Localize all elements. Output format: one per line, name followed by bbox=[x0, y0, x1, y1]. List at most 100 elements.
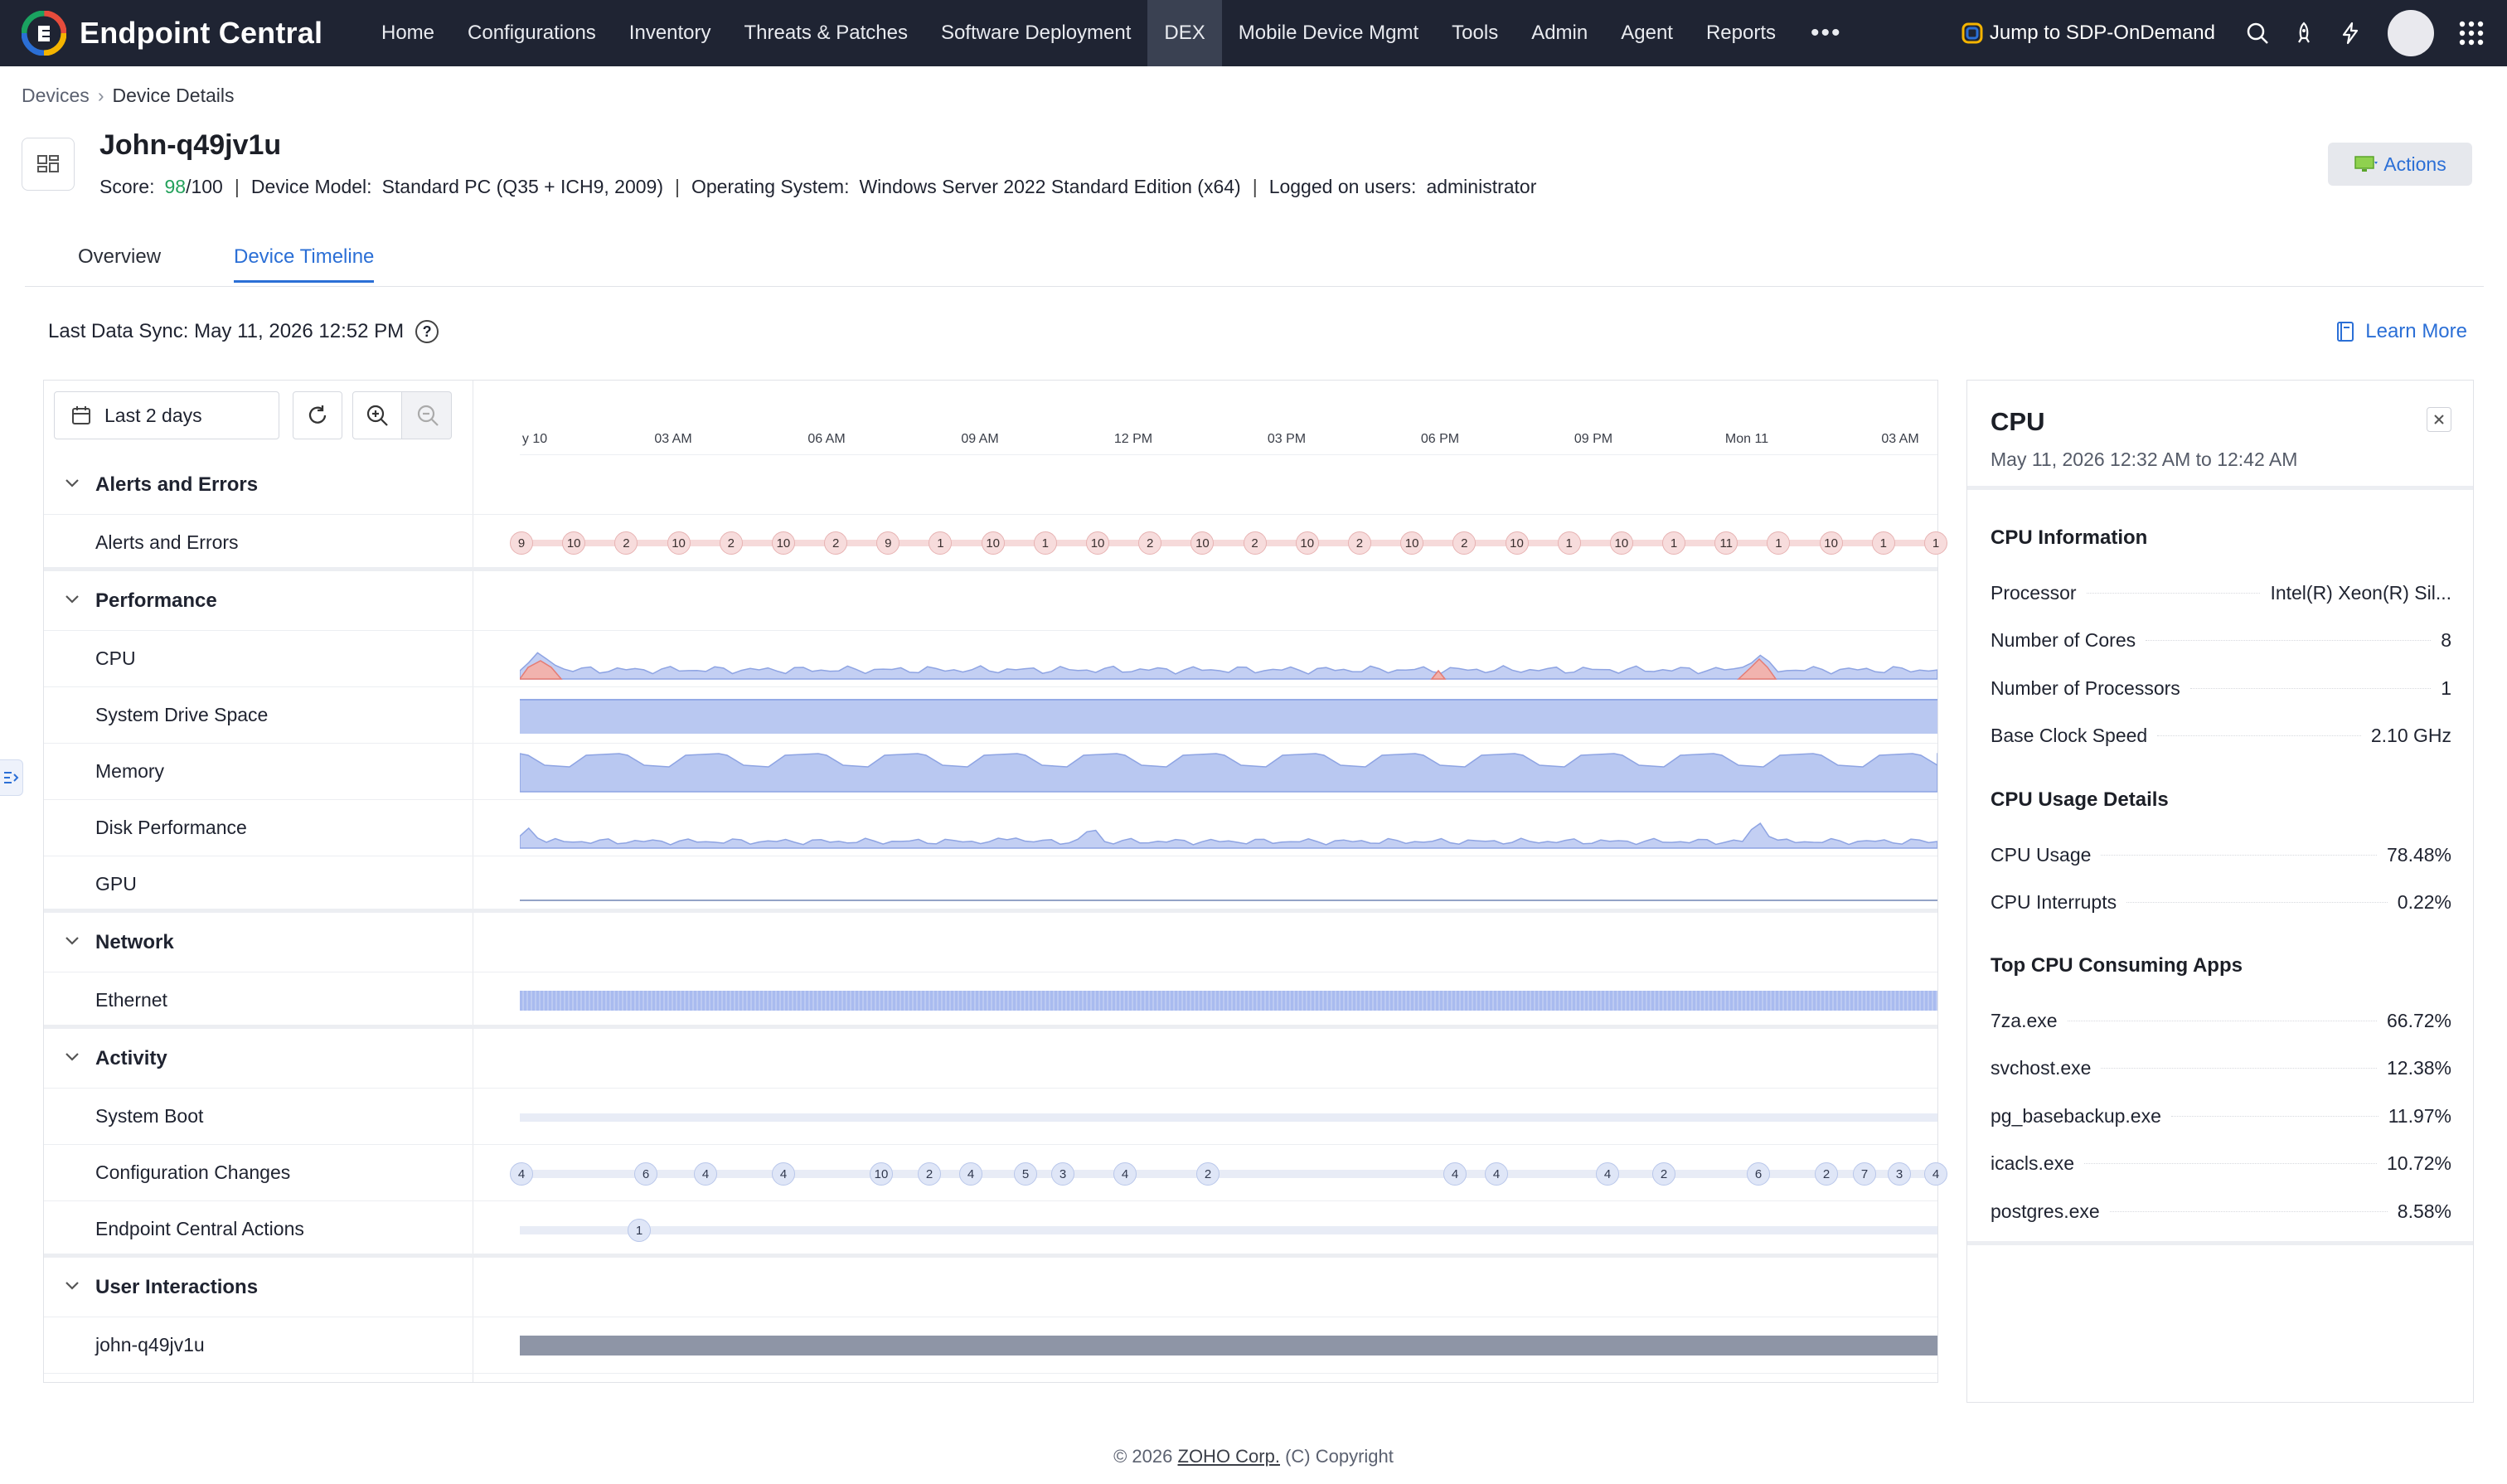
config-change-badge[interactable]: 4 bbox=[510, 1162, 533, 1186]
row-track[interactable] bbox=[520, 1089, 1937, 1145]
section-performance[interactable]: Performance bbox=[44, 571, 1937, 631]
alert-count-badge[interactable]: 9 bbox=[876, 531, 900, 555]
drive-space-bar[interactable] bbox=[520, 699, 1937, 734]
app-grid-icon[interactable] bbox=[2457, 19, 2485, 47]
section-user-interactions[interactable]: User Interactions bbox=[44, 1258, 1937, 1317]
alert-count-badge[interactable]: 9 bbox=[510, 531, 533, 555]
config-change-badge[interactable]: 6 bbox=[1747, 1162, 1770, 1186]
timeline-row-configuration-changes[interactable]: Configuration Changes 4 6 4 4 10 2 4 5 3 4 2 4 4 4 2 6 2 7… bbox=[44, 1145, 1947, 1201]
row-track[interactable]: 1 bbox=[520, 1201, 1937, 1258]
alert-count-badge[interactable]: 2 bbox=[1243, 531, 1267, 555]
alert-count-badge[interactable]: 1 bbox=[929, 531, 953, 555]
learn-more-link[interactable]: Learn More bbox=[2335, 320, 2467, 343]
system-boot-band[interactable] bbox=[520, 1113, 1937, 1122]
timeline-row-cpu[interactable]: CPU bbox=[44, 631, 1937, 687]
alert-count-badge[interactable]: 10 bbox=[1819, 531, 1843, 555]
alert-count-badge[interactable]: 11 bbox=[1714, 531, 1738, 555]
alert-count-badge[interactable]: 1 bbox=[1662, 531, 1686, 555]
timeline-row-system-drive-space[interactable]: System Drive Space bbox=[44, 687, 1937, 744]
ec-action-badge[interactable]: 1 bbox=[628, 1219, 651, 1242]
alert-count-badge[interactable]: 2 bbox=[1138, 531, 1162, 555]
help-icon[interactable]: ? bbox=[415, 320, 439, 343]
row-track[interactable]: 9 10 2 10 2 10 2 9 1 10 1 10 2 10 2 10 2 10 2 10 1 10 1 11 1 10 1 1 bbox=[510, 515, 1947, 571]
rocket-icon[interactable] bbox=[2290, 19, 2318, 47]
brand[interactable]: Endpoint Central bbox=[0, 0, 365, 66]
config-change-badge[interactable]: 6 bbox=[634, 1162, 657, 1186]
alert-count-badge[interactable]: 1 bbox=[1767, 531, 1791, 555]
chevron-down-icon[interactable] bbox=[62, 931, 82, 951]
alert-count-badge[interactable]: 1 bbox=[1033, 531, 1057, 555]
memory-sparkline[interactable] bbox=[520, 744, 1937, 800]
nav-item-inventory[interactable]: Inventory bbox=[613, 0, 728, 66]
alert-count-badge[interactable]: 10 bbox=[667, 531, 691, 555]
search-icon[interactable] bbox=[2243, 19, 2272, 47]
chevron-down-icon[interactable] bbox=[62, 1047, 82, 1067]
more-menu-button[interactable]: ••• bbox=[1792, 19, 1860, 47]
alert-count-badge[interactable]: 10 bbox=[1086, 531, 1110, 555]
chevron-down-icon[interactable] bbox=[62, 1276, 82, 1296]
alert-count-badge[interactable]: 2 bbox=[824, 531, 848, 555]
chevron-down-icon[interactable] bbox=[62, 589, 82, 609]
lightning-icon[interactable] bbox=[2336, 19, 2364, 47]
timeline-row-disk-performance[interactable]: Disk Performance bbox=[44, 800, 1937, 856]
breadcrumb-devices-link[interactable]: Devices bbox=[22, 85, 90, 107]
config-change-badge[interactable]: 4 bbox=[772, 1162, 795, 1186]
row-track[interactable] bbox=[520, 631, 1937, 687]
nav-item-threats-patches[interactable]: Threats & Patches bbox=[728, 0, 924, 66]
config-change-badge[interactable]: 3 bbox=[1888, 1162, 1911, 1186]
nav-item-reports[interactable]: Reports bbox=[1690, 0, 1792, 66]
section-alerts-and-errors[interactable]: Alerts and Errors bbox=[44, 455, 1937, 515]
sdp-ondemand-link[interactable]: Jump to SDP-OnDemand bbox=[1961, 22, 2215, 45]
zoom-out-button[interactable] bbox=[402, 391, 452, 439]
alert-count-badge[interactable]: 10 bbox=[1400, 531, 1424, 555]
nav-item-tools[interactable]: Tools bbox=[1435, 0, 1515, 66]
config-change-badge[interactable]: 2 bbox=[1815, 1162, 1838, 1186]
alert-count-badge[interactable]: 10 bbox=[562, 531, 586, 555]
alert-count-badge[interactable]: 2 bbox=[614, 531, 638, 555]
alert-count-badge[interactable]: 2 bbox=[1452, 531, 1477, 555]
config-change-badge[interactable]: 2 bbox=[1196, 1162, 1220, 1186]
config-change-badge[interactable]: 10 bbox=[870, 1162, 893, 1186]
row-track[interactable] bbox=[520, 744, 1937, 800]
row-track[interactable] bbox=[520, 856, 1937, 913]
nav-item-admin[interactable]: Admin bbox=[1515, 0, 1604, 66]
tab-overview[interactable]: Overview bbox=[78, 245, 161, 280]
config-change-badge[interactable]: 4 bbox=[694, 1162, 717, 1186]
nav-item-software-deployment[interactable]: Software Deployment bbox=[924, 0, 1147, 66]
close-icon[interactable] bbox=[2427, 407, 2451, 432]
alert-count-badge[interactable]: 1 bbox=[1557, 531, 1581, 555]
zoom-in-button[interactable] bbox=[352, 391, 402, 439]
disk-performance-sparkline[interactable] bbox=[520, 800, 1937, 856]
row-track[interactable]: 4 6 4 4 10 2 4 5 3 4 2 4 4 4 2 6 2 7 3 4 bbox=[510, 1145, 1947, 1201]
ethernet-activity-bar[interactable] bbox=[520, 991, 1937, 1011]
timeline-row-john-q49jv1u[interactable]: john-q49jv1u bbox=[44, 1317, 1937, 1374]
tab-device-timeline[interactable]: Device Timeline bbox=[234, 245, 375, 283]
config-change-badge[interactable]: 2 bbox=[918, 1162, 941, 1186]
refresh-button[interactable] bbox=[293, 391, 342, 439]
alert-count-badge[interactable]: 1 bbox=[1871, 531, 1895, 555]
config-change-badge[interactable]: 2 bbox=[1652, 1162, 1675, 1186]
timeline-row-alerts-and-errors[interactable]: Alerts and Errors 9 10 2 10 2 10 2 9 1 10 1 10 2 10 2 10… bbox=[44, 515, 1947, 571]
cpu-usage-sparkline[interactable] bbox=[520, 631, 1937, 687]
row-track[interactable] bbox=[520, 1317, 1937, 1374]
config-change-badge[interactable]: 4 bbox=[1596, 1162, 1619, 1186]
timeline-row-gpu[interactable]: GPU bbox=[44, 856, 1937, 913]
config-change-badge[interactable]: 5 bbox=[1014, 1162, 1037, 1186]
config-change-badge[interactable]: 3 bbox=[1051, 1162, 1074, 1186]
date-range-selector[interactable]: Last 2 days bbox=[54, 391, 279, 439]
config-change-badge[interactable]: 4 bbox=[959, 1162, 982, 1186]
config-change-badge[interactable]: 7 bbox=[1853, 1162, 1876, 1186]
config-change-badge[interactable]: 4 bbox=[1485, 1162, 1508, 1186]
sidebar-expand-icon[interactable] bbox=[0, 759, 23, 796]
chevron-down-icon[interactable] bbox=[62, 473, 82, 493]
zoho-link[interactable]: ZOHO Corp. bbox=[1178, 1446, 1280, 1467]
actions-button[interactable]: Actions bbox=[2328, 143, 2472, 186]
alert-count-badge[interactable]: 10 bbox=[1609, 531, 1633, 555]
nav-item-dex[interactable]: DEX bbox=[1147, 0, 1222, 66]
config-change-badge[interactable]: 4 bbox=[1113, 1162, 1137, 1186]
row-track[interactable] bbox=[520, 800, 1937, 856]
row-track[interactable] bbox=[520, 972, 1937, 1029]
timeline-row-memory[interactable]: Memory bbox=[44, 744, 1937, 800]
nav-item-home[interactable]: Home bbox=[365, 0, 451, 66]
nav-item-configurations[interactable]: Configurations bbox=[451, 0, 613, 66]
